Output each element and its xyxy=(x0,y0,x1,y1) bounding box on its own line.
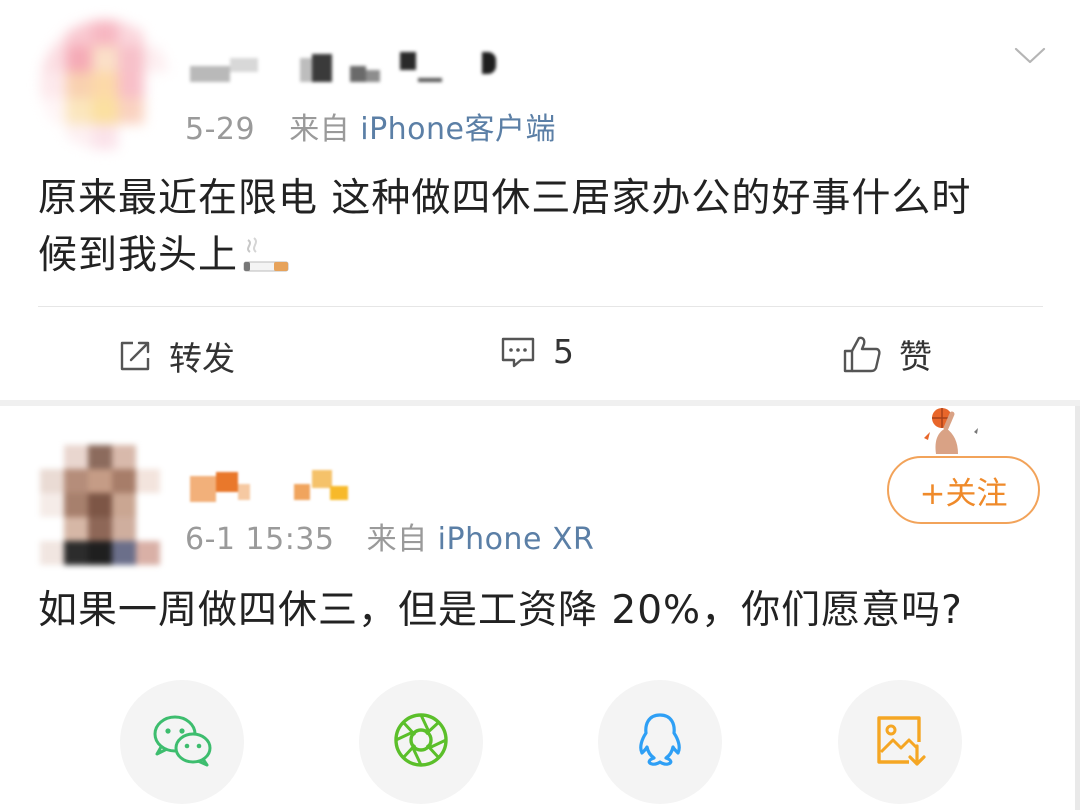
comment-count: 5 xyxy=(553,332,574,371)
post-text-line-2: 候到我头上 xyxy=(38,227,971,284)
thumbs-up-icon xyxy=(841,334,883,374)
like-button[interactable]: 赞 xyxy=(841,330,932,378)
comment-icon xyxy=(499,334,537,370)
share-wechat-button[interactable] xyxy=(120,680,244,804)
username-blurred[interactable] xyxy=(190,48,510,88)
repost-button[interactable]: 转发 xyxy=(117,332,235,380)
post-text-line-1: 原来最近在限电 这种做四休三居家办公的好事什么时 xyxy=(38,176,972,221)
follow-button[interactable]: +关注 xyxy=(887,456,1040,524)
post-meta: 6-1 15:35 来自 iPhone XR xyxy=(185,514,594,558)
comment-button[interactable]: 5 xyxy=(499,332,574,371)
save-image-icon xyxy=(873,712,927,772)
post-meta: 5-29 来自 iPhone客户端 xyxy=(185,104,556,148)
avatar[interactable] xyxy=(40,445,160,565)
post-text-line-2-text: 候到我头上 xyxy=(38,233,239,278)
from-label: 来自 xyxy=(289,112,351,147)
cigarette-emoji-icon xyxy=(240,234,292,278)
username-blurred[interactable] xyxy=(190,468,350,504)
share-qq-button[interactable] xyxy=(598,680,722,804)
wechat-icon xyxy=(149,712,215,772)
divider xyxy=(38,306,1043,307)
share-moments-button[interactable] xyxy=(359,680,483,804)
from-label: 来自 xyxy=(366,522,428,557)
share-icon xyxy=(117,338,153,374)
basketball-decoration-icon xyxy=(918,404,988,456)
post-card-1: 5-29 来自 iPhone客户端 原来最近在限电 这种做四休三居家办公的好事什… xyxy=(0,0,1080,400)
like-label: 赞 xyxy=(899,337,932,376)
repost-label: 转发 xyxy=(169,339,235,378)
post-date: 5-29 xyxy=(185,112,256,147)
source-link[interactable]: iPhone客户端 xyxy=(360,112,556,147)
post-text: 原来最近在限电 这种做四休三居家办公的好事什么时 候到我头上 xyxy=(38,170,971,284)
avatar[interactable] xyxy=(40,20,170,150)
moments-icon xyxy=(391,710,451,774)
save-image-button[interactable] xyxy=(838,680,962,804)
source-link[interactable]: iPhone XR xyxy=(438,522,595,557)
chevron-down-icon[interactable] xyxy=(1010,40,1050,70)
post-text: 如果一周做四休三，但是工资降 20%，你们愿意吗? xyxy=(38,588,963,633)
post-date: 6-1 15:35 xyxy=(185,522,335,557)
scrollbar-track xyxy=(1075,406,1080,810)
qq-icon xyxy=(634,711,686,773)
